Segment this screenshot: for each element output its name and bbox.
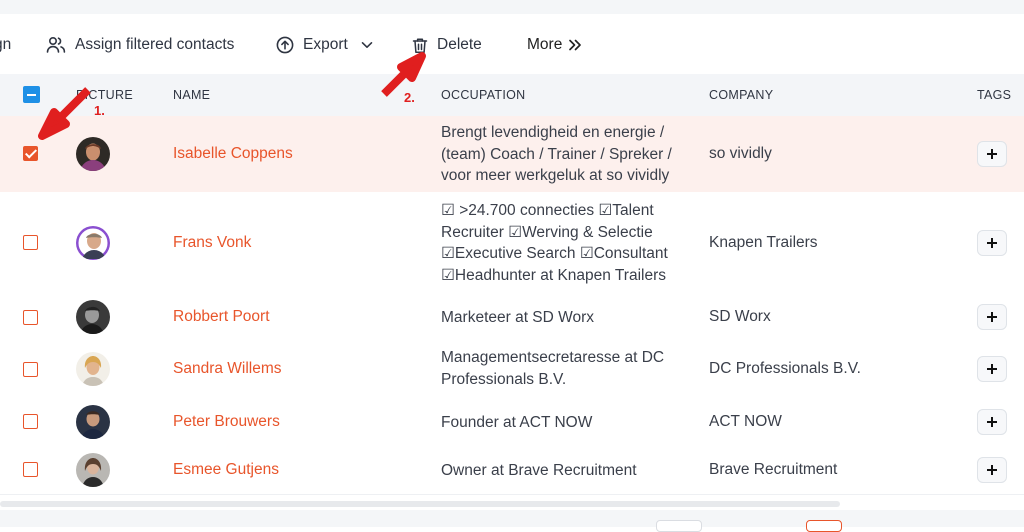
bulk-action-toolbar: gn Assign filtered contacts Export	[0, 14, 1024, 74]
company-cell: so vividly	[709, 145, 772, 162]
occupation-line: Professionals B.V.	[441, 370, 567, 388]
occupation-line: Managementsecretaresse at DC	[441, 349, 665, 366]
horizontal-scrollbar[interactable]	[0, 501, 840, 507]
occupation-line: ☑Executive Search ☑Consultant	[441, 245, 668, 263]
add-tag-button[interactable]	[977, 304, 1007, 330]
occupation-cell: Founder at ACT NOW	[441, 412, 691, 434]
occupation-line: Founder at ACT NOW	[441, 414, 593, 431]
table-header: PICTURE NAME OCCUPATION COMPANY TAGS	[0, 74, 1024, 116]
delete-label: Delete	[437, 36, 482, 53]
row-checkbox[interactable]	[23, 414, 38, 429]
occupation-line: (team) Coach / Trainer / Spreker /	[441, 145, 672, 163]
company-cell: SD Worx	[709, 308, 771, 325]
row-checkbox[interactable]	[23, 462, 38, 477]
row-checkbox[interactable]	[23, 362, 38, 377]
avatar	[76, 405, 110, 439]
contact-name-link[interactable]: Peter Brouwers	[173, 413, 280, 431]
more-label: More	[527, 36, 563, 53]
occupation-line: ☑ >24.700 connecties ☑Talent	[441, 202, 654, 219]
annotation-arrow-step1	[36, 84, 96, 144]
annotation-step1-label: 1.	[94, 103, 105, 118]
export-label: Export	[303, 36, 348, 53]
table-row: Sandra Willems Managementsecretaresse at…	[0, 341, 1024, 399]
table-row: Frans Vonk ☑ >24.700 connecties ☑Talent …	[0, 192, 1024, 295]
table-row: Robbert Poort Marketeer at SD Worx SD Wo…	[0, 294, 1024, 342]
occupation-cell: Managementsecretaresse at DC Professiona…	[441, 347, 691, 390]
upload-circle-icon	[276, 36, 294, 54]
company-cell: Knapen Trailers	[709, 234, 818, 251]
company-cell: DC Professionals B.V.	[709, 360, 861, 377]
pagination-control[interactable]	[656, 520, 702, 532]
contact-name-link[interactable]: Esmee Gutjens	[173, 461, 279, 479]
table-row: Isabelle Coppens Brengt levendigheid en …	[0, 116, 1024, 193]
company-cell: Brave Recruitment	[709, 461, 838, 478]
avatar	[76, 352, 110, 386]
contact-name-link[interactable]: Robbert Poort	[173, 308, 270, 326]
annotation-step2-label: 2.	[404, 90, 415, 105]
assign-filtered-contacts-label: Assign filtered contacts	[75, 36, 235, 53]
contact-name-link[interactable]: Isabelle Coppens	[173, 145, 293, 163]
row-checkbox[interactable]	[23, 235, 38, 250]
column-header-name[interactable]: NAME	[173, 88, 210, 102]
pagination-bar	[0, 510, 1024, 527]
users-icon	[46, 36, 66, 54]
add-tag-button[interactable]	[977, 141, 1007, 167]
partial-toolbar-item[interactable]: gn	[0, 36, 11, 54]
occupation-line: Brengt levendigheid en energie /	[441, 124, 665, 141]
avatar	[76, 300, 110, 334]
occupation-cell: Marketeer at SD Worx	[441, 307, 691, 329]
avatar	[76, 453, 110, 487]
partial-toolbar-label: gn	[0, 36, 12, 53]
more-button[interactable]: More	[527, 36, 582, 54]
occupation-line: Owner at Brave Recruitment	[441, 462, 637, 479]
add-tag-button[interactable]	[977, 409, 1007, 435]
table-row: Peter Brouwers Founder at ACT NOW ACT NO…	[0, 398, 1024, 447]
pagination-current-page[interactable]	[806, 520, 842, 532]
contact-name-link[interactable]: Frans Vonk	[173, 234, 251, 252]
add-tag-button[interactable]	[977, 230, 1007, 256]
company-cell: ACT NOW	[709, 413, 782, 430]
add-tag-button[interactable]	[977, 356, 1007, 382]
row-checkbox[interactable]	[23, 146, 38, 161]
column-header-tags: TAGS	[977, 88, 1012, 102]
chevron-down-icon	[361, 41, 373, 49]
table-row: Esmee Gutjens Owner at Brave Recruitment…	[0, 446, 1024, 495]
column-header-company[interactable]: COMPANY	[709, 88, 773, 102]
occupation-cell: Owner at Brave Recruitment	[441, 460, 691, 482]
double-chevron-right-icon	[568, 39, 582, 51]
add-tag-button[interactable]	[977, 457, 1007, 483]
avatar	[76, 226, 110, 260]
export-button[interactable]: Export	[276, 36, 373, 54]
occupation-line: Marketeer at SD Worx	[441, 309, 595, 326]
occupation-cell: ☑ >24.700 connecties ☑Talent Recruiter ☑…	[441, 200, 691, 287]
row-checkbox[interactable]	[23, 310, 38, 325]
column-header-occupation[interactable]: OCCUPATION	[441, 88, 525, 102]
top-strip	[0, 0, 1024, 14]
occupation-line: voor meer werkgeluk at so vividly	[441, 167, 670, 185]
occupation-cell: Brengt levendigheid en energie / (team) …	[441, 122, 691, 187]
occupation-line: Recruiter ☑Werving & Selectie	[441, 223, 653, 241]
assign-filtered-contacts-button[interactable]: Assign filtered contacts	[46, 36, 234, 54]
occupation-line: ☑Headhunter at Knapen Trailers	[441, 267, 666, 285]
contact-name-link[interactable]: Sandra Willems	[173, 360, 282, 378]
